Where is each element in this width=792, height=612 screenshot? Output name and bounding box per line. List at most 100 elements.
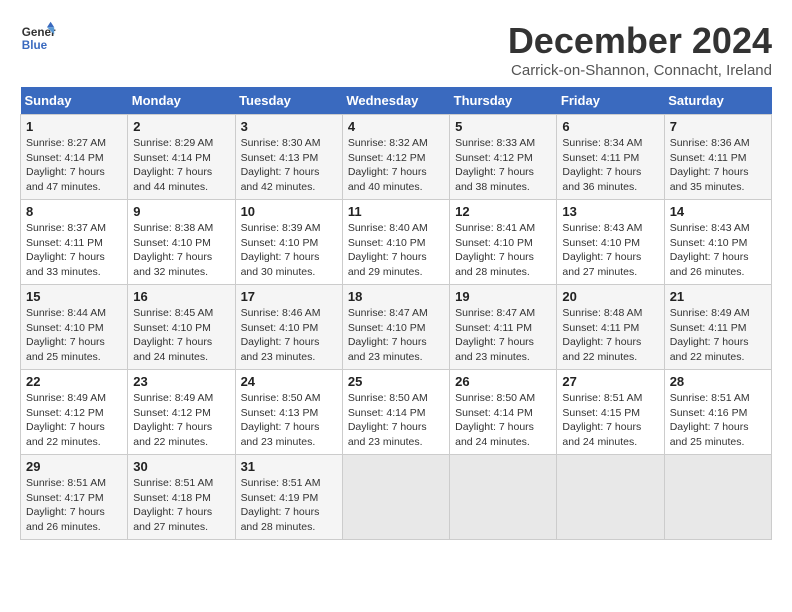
- calendar-cell: 24 Sunrise: 8:50 AM Sunset: 4:13 PM Dayli…: [235, 370, 342, 455]
- day-number: 31: [241, 459, 337, 474]
- calendar-cell: 8 Sunrise: 8:37 AM Sunset: 4:11 PM Daylig…: [21, 200, 128, 285]
- calendar-cell: 30 Sunrise: 8:51 AM Sunset: 4:18 PM Dayli…: [128, 455, 235, 540]
- day-number: 28: [670, 374, 766, 389]
- cell-sun-info: Sunrise: 8:38 AM Sunset: 4:10 PM Dayligh…: [133, 221, 229, 280]
- calendar-cell: 29 Sunrise: 8:51 AM Sunset: 4:17 PM Dayli…: [21, 455, 128, 540]
- logo-icon: General Blue: [20, 20, 56, 56]
- calendar-week-row: 1 Sunrise: 8:27 AM Sunset: 4:14 PM Daylig…: [21, 115, 772, 200]
- location-subtitle: Carrick-on-Shannon, Connacht, Ireland: [508, 62, 772, 79]
- calendar-cell: 31 Sunrise: 8:51 AM Sunset: 4:19 PM Dayli…: [235, 455, 342, 540]
- calendar-cell: 16 Sunrise: 8:45 AM Sunset: 4:10 PM Dayli…: [128, 285, 235, 370]
- calendar-cell: 20Sunrise: 8:48 AM Sunset: 4:11 PM Dayli…: [557, 285, 664, 370]
- cell-sun-info: Sunrise: 8:40 AM Sunset: 4:10 PM Dayligh…: [348, 221, 444, 280]
- cell-sun-info: Sunrise: 8:51 AM Sunset: 4:17 PM Dayligh…: [26, 476, 122, 535]
- day-number: 16: [133, 289, 229, 304]
- cell-sun-info: Sunrise: 8:44 AM Sunset: 4:10 PM Dayligh…: [26, 306, 122, 365]
- calendar-cell: 1 Sunrise: 8:27 AM Sunset: 4:14 PM Daylig…: [21, 115, 128, 200]
- day-number: 12: [455, 204, 551, 219]
- day-number: 4: [348, 119, 444, 134]
- day-number: 25: [348, 374, 444, 389]
- calendar-cell: 22 Sunrise: 8:49 AM Sunset: 4:12 PM Dayli…: [21, 370, 128, 455]
- calendar-cell: 9Sunrise: 8:38 AM Sunset: 4:10 PM Daylig…: [128, 200, 235, 285]
- svg-text:Blue: Blue: [22, 39, 48, 52]
- cell-sun-info: Sunrise: 8:43 AM Sunset: 4:10 PM Dayligh…: [670, 221, 766, 280]
- day-number: 8: [26, 204, 122, 219]
- cell-sun-info: Sunrise: 8:50 AM Sunset: 4:14 PM Dayligh…: [455, 391, 551, 450]
- cell-sun-info: Sunrise: 8:49 AM Sunset: 4:12 PM Dayligh…: [26, 391, 122, 450]
- calendar-cell: [557, 455, 664, 540]
- day-number: 6: [562, 119, 658, 134]
- day-header-thursday: Thursday: [450, 87, 557, 115]
- day-number: 1: [26, 119, 122, 134]
- calendar-cell: 25 Sunrise: 8:50 AM Sunset: 4:14 PM Dayli…: [342, 370, 449, 455]
- cell-sun-info: Sunrise: 8:39 AM Sunset: 4:10 PM Dayligh…: [241, 221, 337, 280]
- day-header-sunday: Sunday: [21, 87, 128, 115]
- calendar-week-row: 15Sunrise: 8:44 AM Sunset: 4:10 PM Dayli…: [21, 285, 772, 370]
- calendar-cell: 28 Sunrise: 8:51 AM Sunset: 4:16 PM Dayli…: [664, 370, 771, 455]
- logo: General Blue: [20, 20, 56, 56]
- day-header-saturday: Saturday: [664, 87, 771, 115]
- day-header-wednesday: Wednesday: [342, 87, 449, 115]
- calendar-cell: 7Sunrise: 8:36 AM Sunset: 4:11 PM Daylig…: [664, 115, 771, 200]
- day-header-tuesday: Tuesday: [235, 87, 342, 115]
- calendar-cell: 18Sunrise: 8:47 AM Sunset: 4:10 PM Dayli…: [342, 285, 449, 370]
- header: General Blue December 2024 Carrick-on-Sh…: [20, 20, 772, 79]
- calendar-cell: 12 Sunrise: 8:41 AM Sunset: 4:10 PM Dayli…: [450, 200, 557, 285]
- cell-sun-info: Sunrise: 8:51 AM Sunset: 4:19 PM Dayligh…: [241, 476, 337, 535]
- day-number: 10: [241, 204, 337, 219]
- cell-sun-info: Sunrise: 8:37 AM Sunset: 4:11 PM Dayligh…: [26, 221, 122, 280]
- calendar-cell: 14 Sunrise: 8:43 AM Sunset: 4:10 PM Dayli…: [664, 200, 771, 285]
- calendar-week-row: 29 Sunrise: 8:51 AM Sunset: 4:17 PM Dayli…: [21, 455, 772, 540]
- calendar-cell: 21Sunrise: 8:49 AM Sunset: 4:11 PM Dayli…: [664, 285, 771, 370]
- day-number: 26: [455, 374, 551, 389]
- day-number: 2: [133, 119, 229, 134]
- calendar-cell: 17 Sunrise: 8:46 AM Sunset: 4:10 PM Dayli…: [235, 285, 342, 370]
- day-number: 13: [562, 204, 658, 219]
- day-number: 27: [562, 374, 658, 389]
- calendar-week-row: 22 Sunrise: 8:49 AM Sunset: 4:12 PM Dayli…: [21, 370, 772, 455]
- cell-sun-info: Sunrise: 8:51 AM Sunset: 4:16 PM Dayligh…: [670, 391, 766, 450]
- day-number: 30: [133, 459, 229, 474]
- cell-sun-info: Sunrise: 8:30 AM Sunset: 4:13 PM Dayligh…: [241, 136, 337, 195]
- cell-sun-info: Sunrise: 8:47 AM Sunset: 4:11 PM Dayligh…: [455, 306, 551, 365]
- day-number: 5: [455, 119, 551, 134]
- calendar-week-row: 8 Sunrise: 8:37 AM Sunset: 4:11 PM Daylig…: [21, 200, 772, 285]
- calendar-cell: 3Sunrise: 8:30 AM Sunset: 4:13 PM Daylig…: [235, 115, 342, 200]
- title-area: December 2024 Carrick-on-Shannon, Connac…: [508, 20, 772, 79]
- cell-sun-info: Sunrise: 8:51 AM Sunset: 4:18 PM Dayligh…: [133, 476, 229, 535]
- calendar-cell: 15Sunrise: 8:44 AM Sunset: 4:10 PM Dayli…: [21, 285, 128, 370]
- calendar-cell: [450, 455, 557, 540]
- day-number: 23: [133, 374, 229, 389]
- day-number: 14: [670, 204, 766, 219]
- cell-sun-info: Sunrise: 8:51 AM Sunset: 4:15 PM Dayligh…: [562, 391, 658, 450]
- cell-sun-info: Sunrise: 8:29 AM Sunset: 4:14 PM Dayligh…: [133, 136, 229, 195]
- cell-sun-info: Sunrise: 8:45 AM Sunset: 4:10 PM Dayligh…: [133, 306, 229, 365]
- day-number: 22: [26, 374, 122, 389]
- calendar-table: SundayMondayTuesdayWednesdayThursdayFrid…: [20, 87, 772, 540]
- calendar-cell: [342, 455, 449, 540]
- cell-sun-info: Sunrise: 8:50 AM Sunset: 4:13 PM Dayligh…: [241, 391, 337, 450]
- cell-sun-info: Sunrise: 8:32 AM Sunset: 4:12 PM Dayligh…: [348, 136, 444, 195]
- calendar-cell: 10 Sunrise: 8:39 AM Sunset: 4:10 PM Dayli…: [235, 200, 342, 285]
- day-number: 17: [241, 289, 337, 304]
- calendar-cell: 19Sunrise: 8:47 AM Sunset: 4:11 PM Dayli…: [450, 285, 557, 370]
- cell-sun-info: Sunrise: 8:41 AM Sunset: 4:10 PM Dayligh…: [455, 221, 551, 280]
- calendar-cell: 23 Sunrise: 8:49 AM Sunset: 4:12 PM Dayli…: [128, 370, 235, 455]
- day-number: 24: [241, 374, 337, 389]
- cell-sun-info: Sunrise: 8:27 AM Sunset: 4:14 PM Dayligh…: [26, 136, 122, 195]
- calendar-cell: 27 Sunrise: 8:51 AM Sunset: 4:15 PM Dayli…: [557, 370, 664, 455]
- day-number: 29: [26, 459, 122, 474]
- cell-sun-info: Sunrise: 8:46 AM Sunset: 4:10 PM Dayligh…: [241, 306, 337, 365]
- calendar-cell: 13Sunrise: 8:43 AM Sunset: 4:10 PM Dayli…: [557, 200, 664, 285]
- day-header-friday: Friday: [557, 87, 664, 115]
- day-header-monday: Monday: [128, 87, 235, 115]
- cell-sun-info: Sunrise: 8:33 AM Sunset: 4:12 PM Dayligh…: [455, 136, 551, 195]
- day-number: 20: [562, 289, 658, 304]
- cell-sun-info: Sunrise: 8:34 AM Sunset: 4:11 PM Dayligh…: [562, 136, 658, 195]
- day-number: 21: [670, 289, 766, 304]
- day-number: 7: [670, 119, 766, 134]
- cell-sun-info: Sunrise: 8:49 AM Sunset: 4:12 PM Dayligh…: [133, 391, 229, 450]
- cell-sun-info: Sunrise: 8:50 AM Sunset: 4:14 PM Dayligh…: [348, 391, 444, 450]
- calendar-cell: 26 Sunrise: 8:50 AM Sunset: 4:14 PM Dayli…: [450, 370, 557, 455]
- calendar-cell: 5 Sunrise: 8:33 AM Sunset: 4:12 PM Daylig…: [450, 115, 557, 200]
